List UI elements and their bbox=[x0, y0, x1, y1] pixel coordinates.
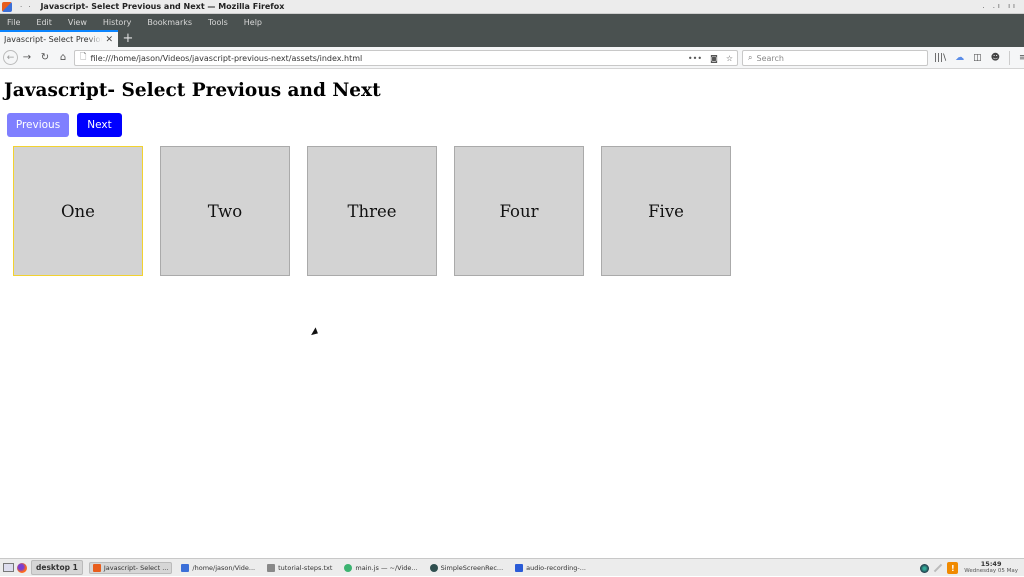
taskbar-item[interactable]: main.js — ~/Vide... bbox=[341, 563, 420, 573]
page-heading: Javascript- Select Previous and Next bbox=[4, 80, 381, 101]
warning-icon[interactable]: ! bbox=[947, 562, 959, 574]
window-menu-dots[interactable]: ·· bbox=[20, 3, 36, 11]
taskbar-item[interactable]: Javascript- Select ... bbox=[88, 561, 173, 574]
taskbar-item[interactable]: /home/jason/Vide... bbox=[178, 563, 258, 573]
bookmark-star-icon[interactable]: ☆ bbox=[726, 54, 733, 63]
sync-icon[interactable]: ☁ bbox=[955, 53, 964, 63]
window-title: Javascript- Select Previous and Next — M… bbox=[40, 2, 285, 11]
navigation-toolbar: ← → ↻ ⌂ 🗋 file:///home/jason/Videos/java… bbox=[0, 47, 1024, 69]
network-globe-icon[interactable] bbox=[920, 563, 930, 573]
window-titlebar: ·· Javascript- Select Previous and Next … bbox=[0, 0, 1024, 14]
box-three[interactable]: Three bbox=[307, 146, 437, 276]
clock-time: 15:49 bbox=[980, 560, 1002, 568]
desktop-switcher[interactable]: desktop 1 bbox=[31, 560, 83, 575]
folder-task-icon bbox=[181, 563, 190, 572]
new-tab-button[interactable]: + bbox=[118, 30, 138, 47]
taskbar-item-label: SimpleScreenRec... bbox=[440, 563, 504, 572]
search-icon: ⌕ bbox=[748, 53, 753, 62]
menu-bookmarks[interactable]: Bookmarks bbox=[147, 18, 192, 27]
mouse-cursor-icon bbox=[311, 327, 320, 338]
search-placeholder: Search bbox=[756, 53, 784, 63]
tab-title: Javascript- Select Previous and Next bbox=[4, 35, 102, 44]
clock-date: Wednesday 05 May bbox=[964, 568, 1018, 574]
forward-icon[interactable]: → bbox=[18, 49, 36, 67]
toolbar-divider bbox=[1009, 51, 1011, 65]
menu-edit[interactable]: Edit bbox=[36, 18, 52, 27]
screen-recorder-task-icon bbox=[429, 563, 438, 572]
search-input[interactable]: ⌕ Search bbox=[742, 50, 928, 66]
taskbar-item[interactable]: audio-recording-... bbox=[512, 563, 589, 573]
previous-button[interactable]: Previous bbox=[7, 113, 69, 137]
show-desktop-icon[interactable] bbox=[3, 563, 14, 572]
back-icon[interactable]: ← bbox=[3, 50, 18, 65]
code-editor-task-icon bbox=[344, 563, 353, 572]
account-icon[interactable]: ☻ bbox=[991, 53, 1000, 63]
url-text[interactable]: file:///home/jason/Videos/javascript-pre… bbox=[90, 54, 362, 63]
menubar: File Edit View History Bookmarks Tools H… bbox=[0, 14, 1024, 30]
menu-file[interactable]: File bbox=[7, 18, 20, 27]
taskbar-item-label: audio-recording-... bbox=[526, 563, 586, 572]
library-icon[interactable]: |||\ bbox=[934, 53, 946, 63]
page-actions-icon[interactable]: ••• bbox=[688, 54, 702, 63]
taskbar-item[interactable]: SimpleScreenRec... bbox=[427, 563, 507, 573]
box-four[interactable]: Four bbox=[454, 146, 584, 276]
taskbar-item[interactable]: tutorial-steps.txt bbox=[264, 563, 335, 573]
menu-history[interactable]: History bbox=[103, 18, 131, 27]
url-bar[interactable]: 🗋 file:///home/jason/Videos/javascript-p… bbox=[74, 50, 738, 66]
home-icon[interactable]: ⌂ bbox=[54, 49, 72, 67]
firefox-launcher-icon[interactable] bbox=[17, 562, 27, 573]
reload-icon[interactable]: ↻ bbox=[36, 49, 54, 67]
audio-file-task-icon bbox=[515, 563, 524, 572]
taskbar-item-label: tutorial-steps.txt bbox=[278, 563, 333, 572]
taskbar-item-label: /home/jason/Vide... bbox=[192, 563, 256, 572]
hamburger-menu-icon[interactable]: ≡ bbox=[1019, 53, 1024, 63]
close-tab-icon[interactable]: ✕ bbox=[105, 35, 113, 45]
sidebar-icon[interactable]: ◫ bbox=[973, 53, 982, 63]
box-five[interactable]: Five bbox=[601, 146, 731, 276]
next-button[interactable]: Next bbox=[77, 113, 122, 137]
pen-icon[interactable] bbox=[934, 563, 943, 573]
tab-active[interactable]: Javascript- Select Previous and Next ✕ bbox=[0, 30, 118, 47]
taskbar-item-label: Javascript- Select ... bbox=[103, 563, 169, 572]
menu-tools[interactable]: Tools bbox=[208, 18, 228, 27]
box-two[interactable]: Two bbox=[160, 146, 290, 276]
page-content: Javascript- Select Previous and Next Pre… bbox=[0, 70, 1024, 556]
menu-view[interactable]: View bbox=[68, 18, 87, 27]
system-tray: ! 15:49 Wednesday 05 May bbox=[920, 559, 1024, 577]
firefox-app-icon bbox=[2, 1, 12, 12]
taskbar-item-label: main.js — ~/Vide... bbox=[355, 563, 418, 572]
taskbar: desktop 1 Javascript- Select ... /home/j… bbox=[0, 558, 1024, 576]
window-controls[interactable]: . .ı ıı bbox=[982, 2, 1018, 10]
firefox-task-icon bbox=[92, 563, 101, 572]
clock[interactable]: 15:49 Wednesday 05 May bbox=[964, 561, 1018, 575]
box-one[interactable]: One bbox=[13, 146, 143, 276]
pocket-icon[interactable]: ◙ bbox=[710, 54, 718, 63]
text-editor-task-icon bbox=[267, 563, 276, 572]
page-icon: 🗋 bbox=[80, 52, 87, 61]
tab-bar: Javascript- Select Previous and Next ✕ + bbox=[0, 30, 1024, 47]
menu-help[interactable]: Help bbox=[244, 18, 262, 27]
